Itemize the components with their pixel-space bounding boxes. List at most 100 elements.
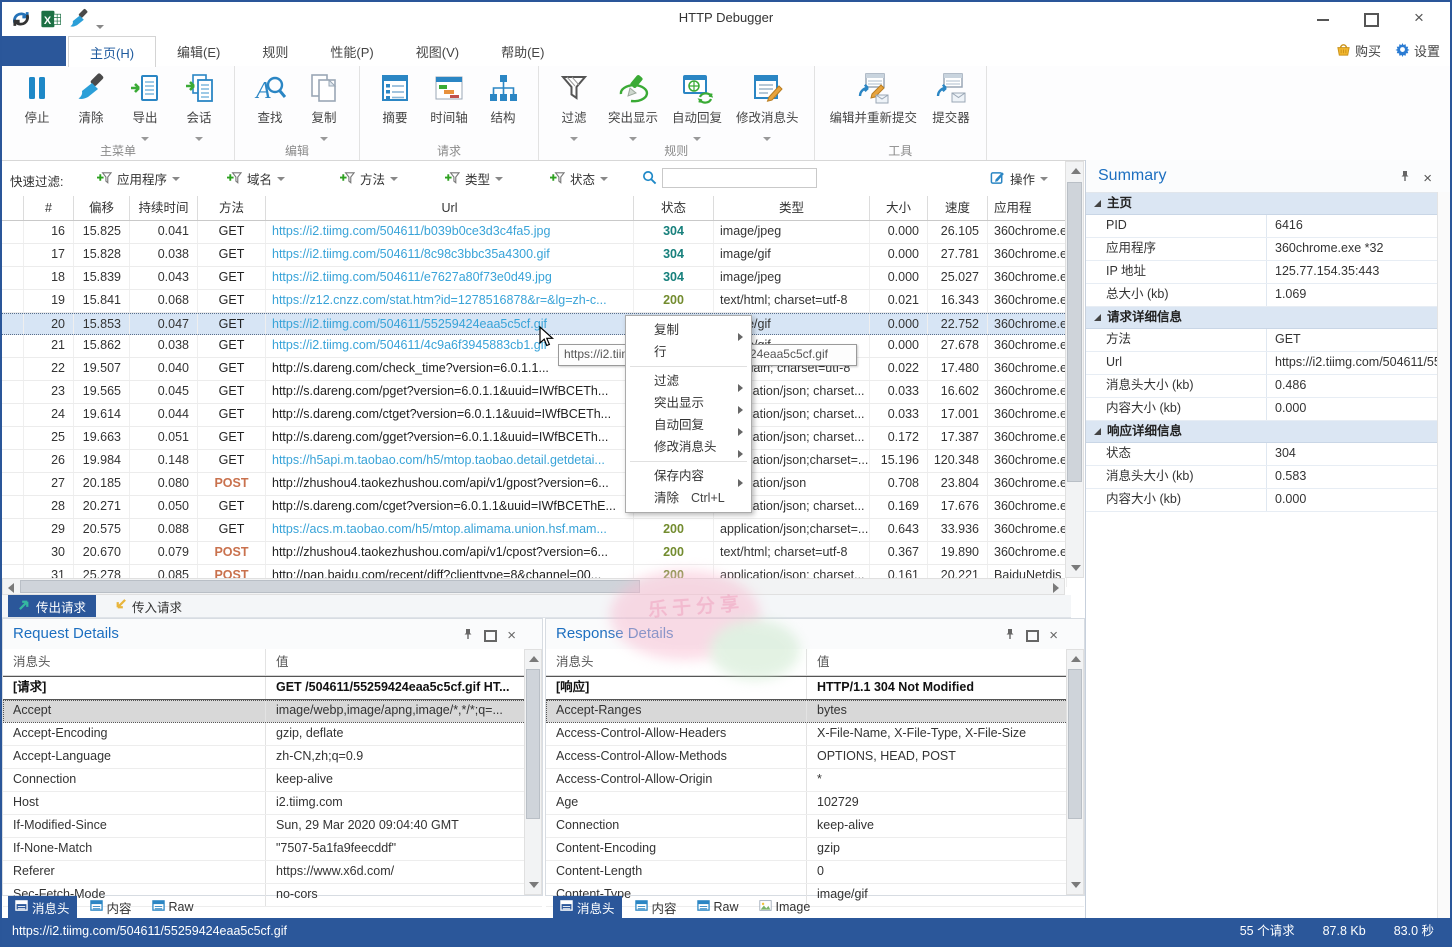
filter-dropdown-2[interactable]: 域名	[227, 169, 285, 188]
view-tab[interactable]: 消息头	[553, 896, 622, 919]
actions-dropdown-button[interactable]: 操作	[990, 169, 1048, 188]
buy-button[interactable]: 购买	[1336, 41, 1381, 60]
filter-dropdown-5[interactable]: 状态	[550, 169, 608, 188]
request-row[interactable]: 2319.5650.045GEThttp://s.dareng.com/pget…	[2, 381, 1065, 404]
menu-tab[interactable]: 帮助(E)	[480, 36, 565, 66]
summary-section-header[interactable]: 主页	[1086, 193, 1450, 215]
header-row[interactable]: Accept-Rangesbytes	[546, 700, 1084, 723]
ribbon-button[interactable]: 时间轴	[422, 70, 476, 138]
header-row[interactable]: Accept-Encodinggzip, deflate	[3, 723, 542, 746]
ribbon-button[interactable]: 突出显示	[601, 70, 665, 138]
close-button[interactable]: ×	[1402, 8, 1436, 30]
request-row[interactable]: 2720.1850.080POSThttp://zhushou4.taokezh…	[2, 473, 1065, 496]
view-tab[interactable]: Image	[752, 897, 818, 917]
detail-col-value[interactable]: 值	[806, 649, 1084, 675]
ribbon-button[interactable]: 导出	[118, 70, 172, 138]
app-menu-block[interactable]	[2, 36, 66, 66]
detail-col-value[interactable]: 值	[265, 649, 542, 675]
header-row[interactable]: [请求]GET /504611/55259424eaa5c5cf.gif HT.…	[3, 676, 542, 700]
column-header[interactable]: 大小	[870, 196, 928, 220]
request-row[interactable]: 1715.8280.038GEThttps://i2.tiimg.com/504…	[2, 244, 1065, 267]
request-row[interactable]: 1815.8390.043GEThttps://i2.tiimg.com/504…	[2, 267, 1065, 290]
header-row[interactable]: Hosti2.tiimg.com	[3, 792, 542, 815]
dropdown-caret-icon[interactable]	[570, 128, 578, 136]
ribbon-button[interactable]: 摘要	[368, 70, 422, 138]
filter-dropdown-4[interactable]: 类型	[445, 169, 503, 188]
pin-icon[interactable]	[1399, 169, 1411, 187]
menu-tab[interactable]: 主页(H)	[68, 36, 156, 67]
header-row[interactable]: [响应]HTTP/1.1 304 Not Modified	[546, 676, 1084, 700]
context-menu-item[interactable]: 复制	[626, 319, 751, 341]
grid-horizontal-scrollbar[interactable]	[2, 578, 1065, 595]
ribbon-button[interactable]: 编辑并重新提交	[823, 70, 925, 138]
header-row[interactable]: Access-Control-Allow-HeadersX-File-Name,…	[546, 723, 1084, 746]
context-menu-item[interactable]: 过滤	[626, 370, 751, 392]
request-row[interactable]: 2015.8530.047GEThttps://i2.tiimg.com/504…	[2, 313, 1065, 335]
context-menu-item[interactable]: 突出显示	[626, 392, 751, 414]
pin-icon[interactable]	[1004, 627, 1016, 645]
header-row[interactable]: Connectionkeep-alive	[3, 769, 542, 792]
request-row[interactable]: 2219.5070.040GEThttp://s.dareng.com/chec…	[2, 358, 1065, 381]
header-row[interactable]: Access-Control-Allow-MethodsOPTIONS, HEA…	[546, 746, 1084, 769]
ribbon-button[interactable]: 自动回复	[665, 70, 729, 138]
minimize-button[interactable]	[1306, 8, 1340, 30]
maximize-panel-icon[interactable]	[1026, 630, 1039, 642]
menu-tab[interactable]: 规则	[241, 36, 309, 66]
header-row[interactable]: Content-Encodinggzip	[546, 838, 1084, 861]
ribbon-button[interactable]: 过滤	[547, 70, 601, 138]
menu-tab[interactable]: 视图(V)	[395, 36, 480, 66]
view-tab[interactable]: Raw	[690, 897, 746, 917]
header-row[interactable]: Acceptimage/webp,image/apng,image/*,*/*;…	[3, 700, 542, 723]
view-tab[interactable]: 消息头	[8, 896, 77, 919]
column-header[interactable]	[2, 196, 24, 220]
close-panel-icon[interactable]: ×	[1049, 630, 1058, 642]
context-menu-item[interactable]: 修改消息头	[626, 436, 751, 458]
header-row[interactable]: Accept-Languagezh-CN,zh;q=0.9	[3, 746, 542, 769]
column-header[interactable]: 偏移	[74, 196, 130, 220]
ribbon-button[interactable]: 修改消息头	[729, 70, 806, 138]
menu-tab[interactable]: 编辑(E)	[156, 36, 241, 66]
header-row[interactable]: Age102729	[546, 792, 1084, 815]
header-row[interactable]: Refererhttps://www.x6d.com/	[3, 861, 542, 884]
request-row[interactable]: 3020.6700.079POSThttp://zhushou4.taokezh…	[2, 542, 1065, 565]
detail-col-name[interactable]: 消息头	[546, 649, 806, 675]
request-row[interactable]: 2619.9840.148GEThttps://h5api.m.taobao.c…	[2, 450, 1065, 473]
view-tab[interactable]: 内容	[83, 896, 139, 919]
ribbon-button[interactable]: A查找	[243, 70, 297, 138]
detail-col-name[interactable]: 消息头	[3, 649, 265, 675]
context-menu-item[interactable]: 自动回复	[626, 414, 751, 436]
column-header[interactable]: Url	[266, 196, 634, 220]
column-header[interactable]: 应用程	[988, 196, 1067, 220]
filter-dropdown-1[interactable]: 应用程序	[97, 169, 180, 188]
maximize-panel-icon[interactable]	[484, 630, 497, 642]
dropdown-caret-icon[interactable]	[693, 128, 701, 136]
request-row[interactable]: 2820.2710.050GEThttp://s.dareng.com/cget…	[2, 496, 1065, 519]
ribbon-button[interactable]: 结构	[476, 70, 530, 138]
view-tab[interactable]: Raw	[145, 897, 201, 917]
context-menu-item[interactable]: 清除Ctrl+L	[626, 487, 751, 509]
request-row[interactable]: 2519.6630.051GEThttp://s.dareng.com/gget…	[2, 427, 1065, 450]
maximize-button[interactable]	[1354, 8, 1388, 30]
ribbon-button[interactable]: 停止	[10, 70, 64, 138]
header-row[interactable]: Connectionkeep-alive	[546, 815, 1084, 838]
column-header[interactable]: #	[24, 196, 74, 220]
dropdown-caret-icon[interactable]	[320, 128, 328, 136]
dropdown-caret-icon[interactable]	[141, 128, 149, 136]
summary-scrollbar[interactable]	[1437, 192, 1450, 918]
filter-dropdown-3[interactable]: 方法	[340, 169, 398, 188]
ribbon-button[interactable]: 会话	[172, 70, 226, 138]
ribbon-button[interactable]: 提交器	[924, 70, 978, 138]
header-row[interactable]: Access-Control-Allow-Origin*	[546, 769, 1084, 792]
close-panel-icon[interactable]: ×	[1423, 170, 1432, 187]
dropdown-caret-icon[interactable]	[763, 128, 771, 136]
column-header[interactable]: 方法	[198, 196, 266, 220]
header-row[interactable]: If-None-Match"7507-5a1fa9feecddf"	[3, 838, 542, 861]
column-header[interactable]: 持续时间	[130, 196, 198, 220]
request-details-scrollbar[interactable]	[524, 649, 542, 895]
stream-tab[interactable]: 传入请求	[104, 595, 192, 617]
request-row[interactable]: 2115.8620.038GEThttps://i2.tiimg.com/504…	[2, 335, 1065, 358]
header-row[interactable]: If-Modified-SinceSun, 29 Mar 2020 09:04:…	[3, 815, 542, 838]
request-row[interactable]: 1915.8410.068GEThttps://z12.cnzz.com/sta…	[2, 290, 1065, 313]
ribbon-button[interactable]: 复制	[297, 70, 351, 138]
dropdown-caret-icon[interactable]	[629, 128, 637, 136]
